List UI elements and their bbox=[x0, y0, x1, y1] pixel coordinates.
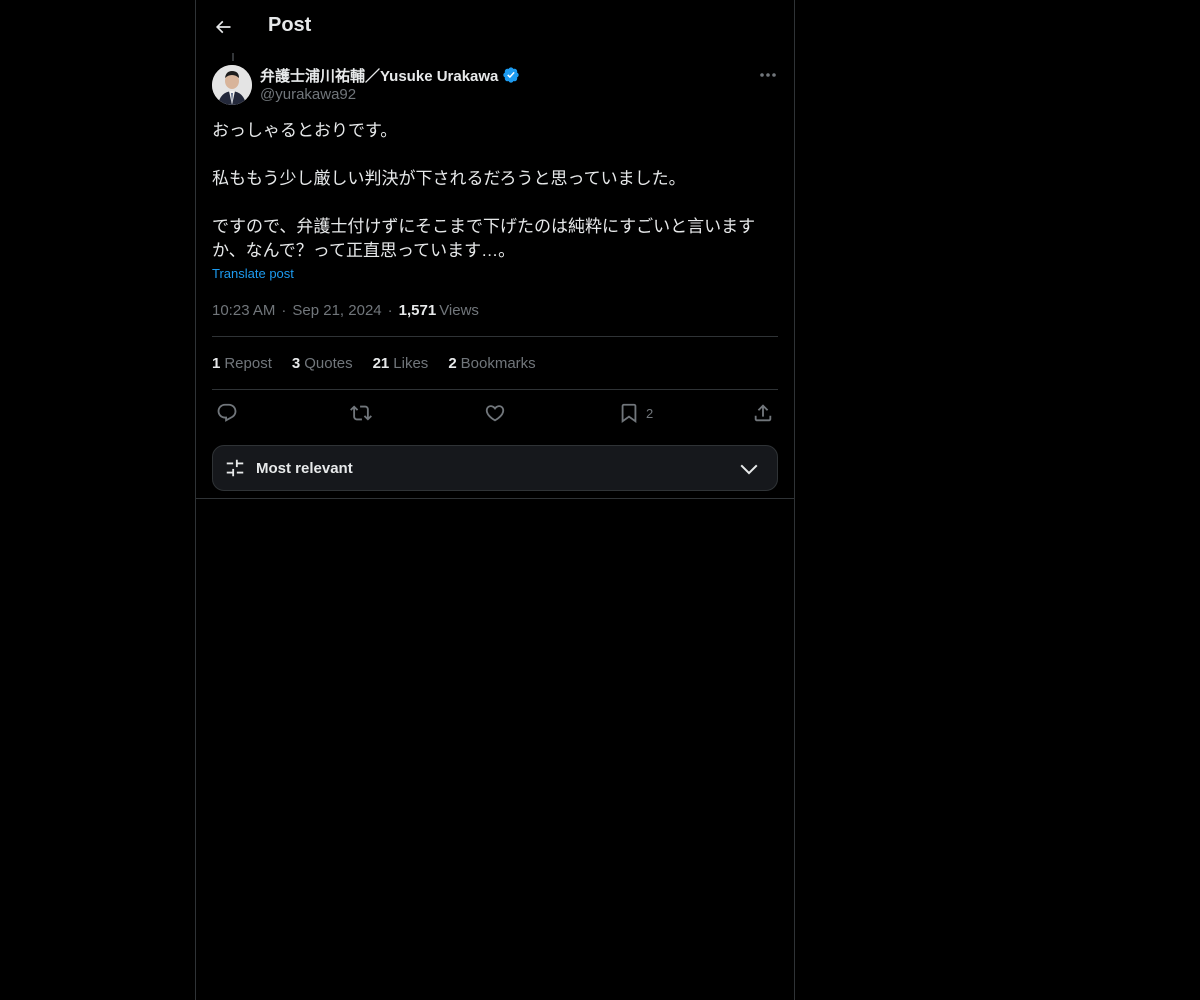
reply-button[interactable] bbox=[216, 401, 238, 425]
bookmarks-count: 2 bbox=[448, 354, 457, 372]
share-icon bbox=[754, 404, 772, 422]
post-text-line: 私ももう少し厳しい判決が下されるだろうと思っていました。 bbox=[212, 169, 686, 188]
post-meta: 10:23 AM · Sep 21, 2024 · 1,571 Views bbox=[212, 300, 479, 320]
bookmark-button[interactable]: 2 bbox=[618, 401, 653, 425]
bookmarks-stat[interactable]: 2 Bookmarks bbox=[448, 355, 535, 372]
meta-separator: · bbox=[281, 301, 287, 319]
quotes-label: Quotes bbox=[304, 354, 353, 372]
repost-button[interactable] bbox=[350, 401, 372, 425]
post-time[interactable]: 10:23 AM bbox=[212, 302, 275, 319]
back-button[interactable] bbox=[206, 10, 240, 44]
reposts-stat[interactable]: 1 Repost bbox=[212, 355, 272, 372]
likes-stat[interactable]: 21 Likes bbox=[373, 355, 429, 372]
more-horizontal-icon bbox=[760, 73, 776, 77]
divider bbox=[212, 336, 778, 337]
meta-separator: · bbox=[387, 301, 393, 319]
quotes-count: 3 bbox=[291, 354, 301, 372]
quotes-stat[interactable]: 3 Quotes bbox=[292, 355, 353, 372]
sort-label: Most relevant bbox=[256, 460, 353, 477]
author-name[interactable]: 弁護士浦川祐輔／Yusuke Urakawa bbox=[260, 65, 498, 86]
more-options-button[interactable] bbox=[756, 64, 780, 86]
engagement-stats: 1 Repost 3 Quotes 21 Likes 2 Bookmarks bbox=[212, 353, 536, 373]
post-text-line: か、なんで？って正直思っています…。 bbox=[212, 241, 516, 260]
divider bbox=[196, 498, 794, 499]
post-text: おっしゃるとおりです。 私ももう少し厳しい判決が下されるだろうと思っていました。… bbox=[212, 119, 772, 263]
likes-count: 21 bbox=[372, 354, 390, 372]
arrow-left-icon bbox=[215, 20, 231, 34]
repost-icon bbox=[350, 405, 372, 421]
verified-badge-icon bbox=[503, 67, 520, 83]
author-handle[interactable]: @yurakawa92 bbox=[260, 86, 356, 103]
reposts-count: 1 bbox=[212, 354, 221, 372]
author-avatar[interactable] bbox=[212, 65, 252, 105]
chevron-down-icon bbox=[740, 464, 758, 475]
bookmark-icon bbox=[621, 403, 637, 424]
post-text-line: ですので、弁護士付けずにそこまで下げたのは純粋にすごいと言います bbox=[212, 217, 756, 236]
post-date[interactable]: Sep 21, 2024 bbox=[292, 302, 381, 319]
reposts-label: Repost bbox=[224, 354, 272, 372]
heart-icon bbox=[485, 405, 505, 422]
page-title: Post bbox=[268, 14, 312, 36]
thread-connector-line bbox=[232, 53, 234, 61]
post-header: Post bbox=[196, 0, 794, 53]
reply-icon bbox=[217, 403, 237, 422]
reply-sort-dropdown[interactable]: Most relevant bbox=[212, 445, 778, 491]
sliders-icon bbox=[226, 459, 244, 477]
primary-column: Post 弁護士浦川祐輔／Yusuke Urakawa @yurakawa92 … bbox=[195, 0, 795, 1000]
bookmark-count: 2 bbox=[646, 405, 654, 421]
author-name-row: 弁護士浦川祐輔／Yusuke Urakawa bbox=[260, 65, 520, 85]
share-button[interactable] bbox=[752, 401, 774, 425]
bookmarks-label: Bookmarks bbox=[460, 354, 536, 372]
likes-label: Likes bbox=[393, 354, 429, 372]
views-count: 1,571 bbox=[398, 301, 437, 319]
post-text-line: おっしゃるとおりです。 bbox=[212, 121, 398, 140]
translate-post-link[interactable]: Translate post bbox=[212, 266, 294, 281]
like-button[interactable] bbox=[484, 401, 506, 425]
views-label: Views bbox=[439, 301, 479, 319]
divider bbox=[212, 389, 778, 390]
